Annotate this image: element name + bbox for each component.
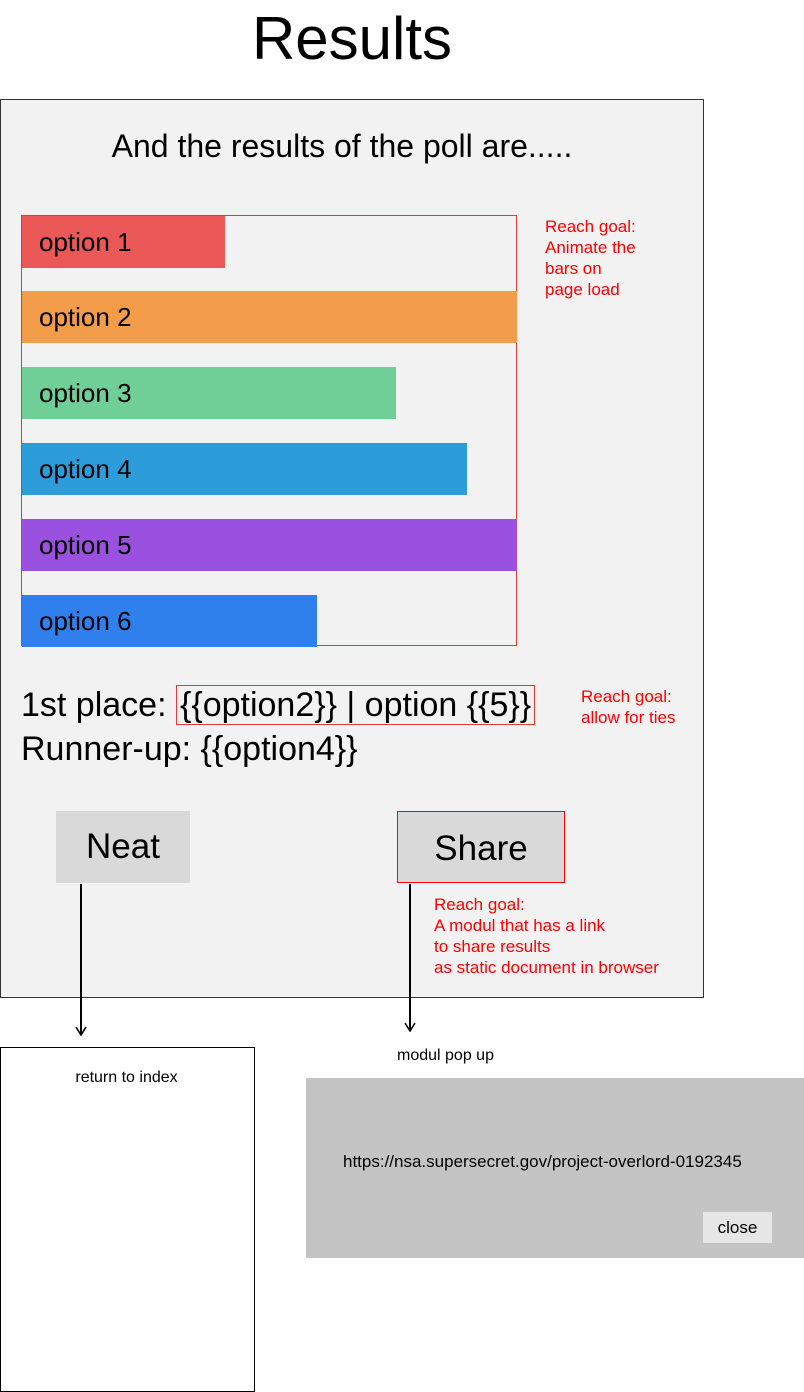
runner-up: Runner-up: {{option4}} [21, 730, 358, 768]
return-to-index-label: return to index [75, 1069, 178, 1086]
neat-flow-line [80, 884, 82, 1034]
poll-headline: And the results of the poll are..... [111, 128, 573, 164]
neat-button[interactable]: Neat [56, 811, 190, 883]
neat-arrow-icon [75, 1026, 87, 1036]
share-link[interactable]: https://nsa.supersecret.gov/project-over… [343, 1152, 742, 1172]
share-note: Reach goal: A modul that has a link to s… [434, 895, 659, 977]
share-flow-line [409, 884, 411, 1030]
page-title: Results [251, 5, 453, 72]
close-button[interactable]: close [703, 1212, 772, 1243]
ties-note: Reach goal: allow for ties [581, 687, 676, 727]
index-page-frame [0, 1047, 255, 1392]
bar-label-option-2: option 2 [39, 302, 132, 332]
bar-label-option-1: option 1 [39, 227, 132, 257]
bar-label-option-6: option 6 [39, 606, 132, 636]
modal-caption: modul pop up [397, 1047, 494, 1064]
share-button[interactable]: Share [397, 811, 565, 883]
bars-annotation-box [21, 215, 517, 646]
bar-label-option-5: option 5 [39, 530, 132, 560]
bar-label-option-3: option 3 [39, 378, 132, 408]
bar-label-option-4: option 4 [39, 454, 132, 484]
first-place-winners: {{option2}} | option {{5}} [175, 685, 536, 725]
share-arrow-icon [404, 1022, 416, 1032]
first-place-label: 1st place: [21, 686, 176, 724]
first-place: 1st place: {{option2}} | option {{5}} [21, 684, 536, 726]
animate-note: Reach goal: Animate the bars on page loa… [545, 217, 636, 299]
